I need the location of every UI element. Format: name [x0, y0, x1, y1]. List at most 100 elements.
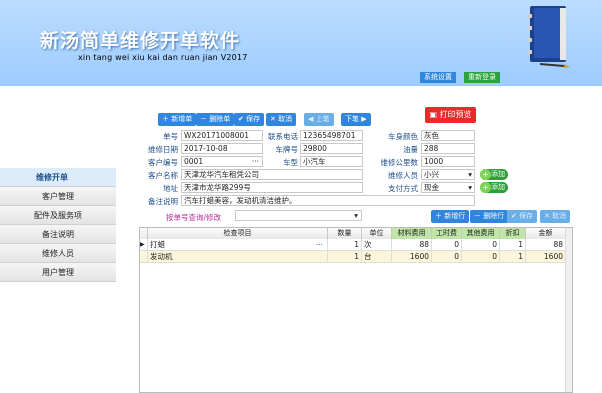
more-icon[interactable]: ··· — [316, 239, 323, 251]
col-header-item[interactable]: 检查项目 — [148, 228, 328, 239]
cancel-button[interactable]: ✕ 取消 — [266, 113, 297, 126]
delete-row-button[interactable]: － 删除行 — [470, 210, 509, 223]
add-row-label: 新增行 — [444, 212, 466, 220]
customer-name-label: 客户名称 — [148, 171, 178, 180]
cell-unit[interactable]: 台 — [362, 251, 392, 263]
model-label: 车型 — [283, 158, 298, 167]
date-field[interactable]: 2017-10-08 — [181, 143, 263, 154]
fuel-label: 油量 — [403, 145, 418, 154]
cell-labor[interactable]: 0 — [432, 239, 462, 251]
new-order-button[interactable]: ＋ 新增单 — [158, 113, 197, 126]
address-field[interactable]: 天津市龙华路299号 — [181, 182, 363, 193]
cell-qty[interactable]: 1 — [328, 239, 362, 251]
row-selector-arrow-icon: ▶ — [140, 239, 148, 251]
next-record-button[interactable]: 下笔 ▶ — [341, 113, 371, 126]
system-settings-button[interactable]: 系统设置 — [420, 72, 456, 83]
customer-no-label: 客户编号 — [148, 158, 178, 167]
add-worker-button[interactable]: + 添加 — [480, 169, 508, 180]
table-row[interactable]: 发动机 1 台 1600 0 0 1 1600 — [140, 251, 566, 263]
cell-other[interactable]: 0 — [462, 251, 500, 263]
fuel-field[interactable]: 288 — [421, 143, 475, 154]
address-label: 地址 — [163, 184, 178, 193]
delete-order-button[interactable]: － 删除单 — [196, 113, 235, 126]
cancel-label: 取消 — [278, 115, 293, 123]
query-select[interactable]: ▾ — [235, 210, 362, 221]
sidebar: 维修开单 客户管理 配件及服务项 备注说明 维修人员 用户管理 — [0, 86, 116, 393]
sidebar-item-repair-order[interactable]: 维修开单 — [0, 168, 116, 187]
new-order-label: 新增单 — [171, 115, 193, 123]
col-header-discount[interactable]: 折扣 — [500, 228, 526, 239]
cell-item[interactable]: 发动机 — [148, 251, 328, 263]
sidebar-item-users[interactable]: 用户管理 — [0, 263, 116, 282]
save-row-button[interactable]: ✔ 保存 — [507, 210, 538, 223]
col-header-material[interactable]: 材料费用 — [392, 228, 432, 239]
print-preview-button[interactable]: ▣ 打印预览 — [425, 107, 476, 123]
remark-label: 备注说明 — [148, 197, 178, 206]
table-row[interactable]: ▶ 打蜡 ··· 1 次 88 0 0 1 88 — [140, 239, 566, 251]
cell-item[interactable]: 打蜡 — [148, 239, 328, 251]
plate-field[interactable]: 29800 — [300, 143, 363, 154]
cell-material[interactable]: 88 — [392, 239, 432, 251]
cell-amount[interactable]: 88 — [526, 239, 566, 251]
items-table[interactable]: 检查项目 数量 单位 材料费用 工时费 其他费用 折扣 金额 ▶ 打蜡 ··· … — [139, 227, 573, 393]
payment-select[interactable]: 现金 ▾ — [421, 182, 475, 193]
cell-amount[interactable]: 1600 — [526, 251, 566, 263]
phone-label: 联系电话 — [268, 132, 298, 141]
chevron-down-icon: ▾ — [468, 183, 472, 192]
sidebar-item-workers[interactable]: 维修人员 — [0, 244, 116, 263]
app-title: 新汤简单维修开单软件 — [40, 30, 241, 52]
chevron-down-icon: ▾ — [468, 170, 472, 179]
relogin-button[interactable]: 重新登录 — [464, 72, 500, 83]
table-row-selector-header — [140, 228, 148, 239]
cell-labor[interactable]: 0 — [432, 251, 462, 263]
worker-select[interactable]: 小兴 ▾ — [421, 169, 475, 180]
col-header-labor[interactable]: 工时费 — [432, 228, 462, 239]
book-logo-icon — [528, 6, 570, 68]
plus-icon: + — [480, 169, 491, 180]
order-no-label: 单号 — [163, 132, 178, 141]
cancel-row-button[interactable]: ✕ 取消 — [540, 210, 571, 223]
date-label: 维修日期 — [148, 145, 178, 154]
mileage-label: 维修公里数 — [380, 158, 419, 167]
save-button[interactable]: ✔ 保存 — [234, 113, 265, 126]
phone-field[interactable]: 12365498701 — [300, 130, 363, 141]
cell-material[interactable]: 1600 — [392, 251, 432, 263]
color-field[interactable]: 灰色 — [421, 130, 475, 141]
row-selector — [140, 251, 148, 263]
sidebar-item-customers[interactable]: 客户管理 — [0, 187, 116, 206]
worker-value: 小兴 — [424, 170, 439, 179]
add-row-button[interactable]: ＋ 新增行 — [431, 210, 470, 223]
mileage-field[interactable]: 1000 — [421, 156, 475, 167]
printer-icon: ▣ — [429, 110, 437, 119]
model-field[interactable]: 小汽车 — [300, 156, 363, 167]
col-header-unit[interactable]: 单位 — [362, 228, 392, 239]
cell-unit[interactable]: 次 — [362, 239, 392, 251]
print-preview-label: 打印预览 — [439, 110, 472, 119]
customer-name-field[interactable]: 天津龙华汽车租凭公司 — [181, 169, 363, 180]
customer-no-field[interactable]: 0001 ··· — [181, 156, 263, 167]
cell-discount[interactable]: 1 — [500, 239, 526, 251]
color-label: 车身颜色 — [388, 132, 418, 141]
add-payment-button[interactable]: + 添加 — [480, 182, 508, 193]
sidebar-item-remarks[interactable]: 备注说明 — [0, 225, 116, 244]
remark-field[interactable]: 汽车打蜡美容，发动机清洁维护。 — [181, 195, 475, 206]
sidebar-item-parts-services[interactable]: 配件及服务项 — [0, 206, 116, 225]
add-worker-label: 添加 — [491, 170, 505, 178]
vertical-scrollbar[interactable] — [565, 228, 572, 392]
cell-qty[interactable]: 1 — [328, 251, 362, 263]
col-header-amount[interactable]: 金额 — [526, 228, 566, 239]
app-header: 新汤简单维修开单软件 xin tang wei xiu kai dan ruan… — [0, 0, 602, 86]
prev-record-label: 上笔 — [315, 115, 330, 123]
order-no-field[interactable]: WX20171008001 — [181, 130, 263, 141]
customer-no-value: 0001 — [184, 157, 204, 166]
app-subtitle: xin tang wei xiu kai dan ruan jian V2017 — [78, 53, 248, 62]
col-header-other[interactable]: 其他费用 — [462, 228, 500, 239]
payment-value: 现金 — [424, 183, 439, 192]
cell-discount[interactable]: 1 — [500, 251, 526, 263]
col-header-qty[interactable]: 数量 — [328, 228, 362, 239]
more-icon[interactable]: ··· — [252, 157, 259, 166]
cancel-row-label: 取消 — [552, 212, 567, 220]
prev-record-button[interactable]: ◀ 上笔 — [304, 113, 334, 126]
cell-other[interactable]: 0 — [462, 239, 500, 251]
payment-label: 支付方式 — [388, 184, 418, 193]
